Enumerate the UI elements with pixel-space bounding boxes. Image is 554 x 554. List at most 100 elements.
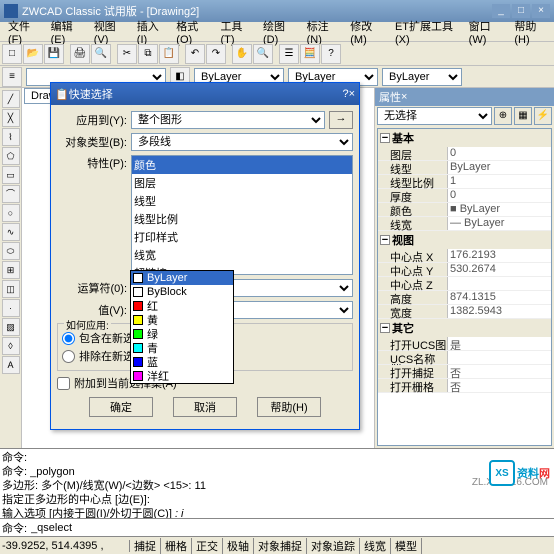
list-item[interactable]: 颜色: [132, 156, 352, 174]
property-row[interactable]: 中心点 Y530.2674: [378, 263, 551, 277]
new-icon[interactable]: □: [2, 44, 22, 64]
menu-item[interactable]: 绘图(D): [257, 18, 301, 46]
collapse-icon[interactable]: −: [380, 323, 390, 333]
property-listbox[interactable]: 颜色图层线型线型比例打印样式线宽超链接顶点 X坐标顶点 Y坐标起始线段宽度材质面…: [131, 155, 353, 275]
xline-icon[interactable]: ╳: [2, 109, 20, 127]
panel-close-icon[interactable]: ×: [401, 91, 407, 103]
prop-flash-icon[interactable]: ⚡: [534, 107, 552, 125]
menu-item[interactable]: 工具(T): [214, 18, 257, 46]
ok-button[interactable]: 确定: [89, 397, 153, 417]
menu-item[interactable]: 视图(V): [88, 18, 131, 46]
menu-item[interactable]: 格式(O): [170, 18, 214, 46]
cut-icon[interactable]: ✂: [117, 44, 137, 64]
property-row[interactable]: 打开捕捉否: [378, 365, 551, 379]
maximize-button[interactable]: □: [512, 4, 530, 18]
status-toggle[interactable]: 模型: [391, 538, 422, 554]
property-row[interactable]: 高度874.1315: [378, 291, 551, 305]
color-item[interactable]: 洋红: [131, 369, 233, 383]
list-item[interactable]: 打印样式: [132, 228, 352, 246]
cancel-button[interactable]: 取消: [173, 397, 237, 417]
color-item[interactable]: 蓝: [131, 355, 233, 369]
pline-icon[interactable]: ⌇: [2, 128, 20, 146]
props-icon[interactable]: ☰: [279, 44, 299, 64]
command-input[interactable]: [31, 522, 552, 534]
undo-icon[interactable]: ↶: [185, 44, 205, 64]
menu-item[interactable]: 插入(I): [131, 18, 170, 46]
redo-icon[interactable]: ↷: [206, 44, 226, 64]
rect-icon[interactable]: ▭: [2, 166, 20, 184]
open-icon[interactable]: 📂: [23, 44, 43, 64]
property-row[interactable]: UCS名称: [378, 351, 551, 365]
apply-combo[interactable]: 整个图形: [131, 111, 325, 129]
collapse-icon[interactable]: −: [380, 235, 390, 245]
line-icon[interactable]: ╱: [2, 90, 20, 108]
color-item[interactable]: 黄: [131, 313, 233, 327]
property-row[interactable]: 线型ByLayer: [378, 161, 551, 175]
polygon-icon[interactable]: ⬠: [2, 147, 20, 165]
property-group[interactable]: −视图: [378, 231, 551, 249]
property-row[interactable]: 厚度0: [378, 189, 551, 203]
property-row[interactable]: 打开栅格否: [378, 379, 551, 393]
color-item[interactable]: ByBlock: [131, 285, 233, 299]
menu-item[interactable]: 编辑(E): [45, 18, 88, 46]
property-group[interactable]: −基本: [378, 129, 551, 147]
menu-item[interactable]: ET扩展工具(X): [389, 18, 463, 46]
menu-item[interactable]: 帮助(H): [508, 18, 552, 46]
selection-combo[interactable]: 无选择: [377, 107, 492, 125]
list-item[interactable]: 线型比例: [132, 210, 352, 228]
bylayer-combo-3[interactable]: ByLayer: [382, 68, 462, 86]
list-item[interactable]: 线宽: [132, 246, 352, 264]
circle-icon[interactable]: ○: [2, 204, 20, 222]
pick-objects-button[interactable]: →: [329, 111, 353, 129]
menu-item[interactable]: 标注(N): [301, 18, 345, 46]
print-icon[interactable]: 🖨: [70, 44, 90, 64]
property-group[interactable]: −其它: [378, 319, 551, 337]
arc-icon[interactable]: ⌒: [2, 185, 20, 203]
color-item[interactable]: ByLayer: [131, 271, 233, 285]
objtype-combo[interactable]: 多段线: [131, 133, 353, 151]
status-toggle[interactable]: 栅格: [161, 538, 192, 554]
dialog-close-icon[interactable]: ×: [349, 88, 355, 100]
copy-icon[interactable]: ⧉: [138, 44, 158, 64]
property-grid[interactable]: −基本图层0线型ByLayer线型比例1厚度0颜色■ ByLayer线宽— By…: [377, 128, 552, 446]
text-icon[interactable]: A: [2, 356, 20, 374]
prop-qs-icon[interactable]: ▦: [514, 107, 532, 125]
color-item[interactable]: 青: [131, 341, 233, 355]
status-toggle[interactable]: 线宽: [360, 538, 391, 554]
ellipse-icon[interactable]: ⬭: [2, 242, 20, 260]
property-row[interactable]: 宽度1382.5943: [378, 305, 551, 319]
status-toggle[interactable]: 对象追踪: [307, 538, 360, 554]
status-toggle[interactable]: 正交: [192, 538, 223, 554]
status-toggle[interactable]: 极轴: [223, 538, 254, 554]
menu-item[interactable]: 文件(F): [2, 18, 45, 46]
property-row[interactable]: 中心点 Z: [378, 277, 551, 291]
region-icon[interactable]: ◊: [2, 337, 20, 355]
layer-icon[interactable]: ≡: [2, 67, 22, 87]
prop-pick-icon[interactable]: ⊕: [494, 107, 512, 125]
zoom-icon[interactable]: 🔍: [253, 44, 273, 64]
block-icon[interactable]: ◫: [2, 280, 20, 298]
pan-icon[interactable]: ✋: [232, 44, 252, 64]
minimize-button[interactable]: _: [492, 4, 510, 18]
collapse-icon[interactable]: −: [380, 133, 390, 143]
property-row[interactable]: 打开UCS图标是: [378, 337, 551, 351]
insert-icon[interactable]: ⊞: [2, 261, 20, 279]
menu-item[interactable]: 修改(M): [344, 18, 389, 46]
spline-icon[interactable]: ∿: [2, 223, 20, 241]
close-button[interactable]: ×: [532, 4, 550, 18]
list-item[interactable]: 线型: [132, 192, 352, 210]
help-icon[interactable]: ?: [321, 44, 341, 64]
color-dropdown[interactable]: ByLayerByBlock红黄绿青蓝洋红: [130, 270, 234, 384]
paste-icon[interactable]: 📋: [159, 44, 179, 64]
property-row[interactable]: 线宽— ByLayer: [378, 217, 551, 231]
calc-icon[interactable]: 🧮: [300, 44, 320, 64]
menu-item[interactable]: 窗口(W): [463, 18, 509, 46]
point-icon[interactable]: ·: [2, 299, 20, 317]
color-item[interactable]: 绿: [131, 327, 233, 341]
status-toggle[interactable]: 捕捉: [130, 538, 161, 554]
help-button[interactable]: 帮助(H): [257, 397, 321, 417]
list-item[interactable]: 图层: [132, 174, 352, 192]
preview-icon[interactable]: 🔍: [91, 44, 111, 64]
status-toggle[interactable]: 对象捕捉: [254, 538, 307, 554]
color-item[interactable]: 红: [131, 299, 233, 313]
